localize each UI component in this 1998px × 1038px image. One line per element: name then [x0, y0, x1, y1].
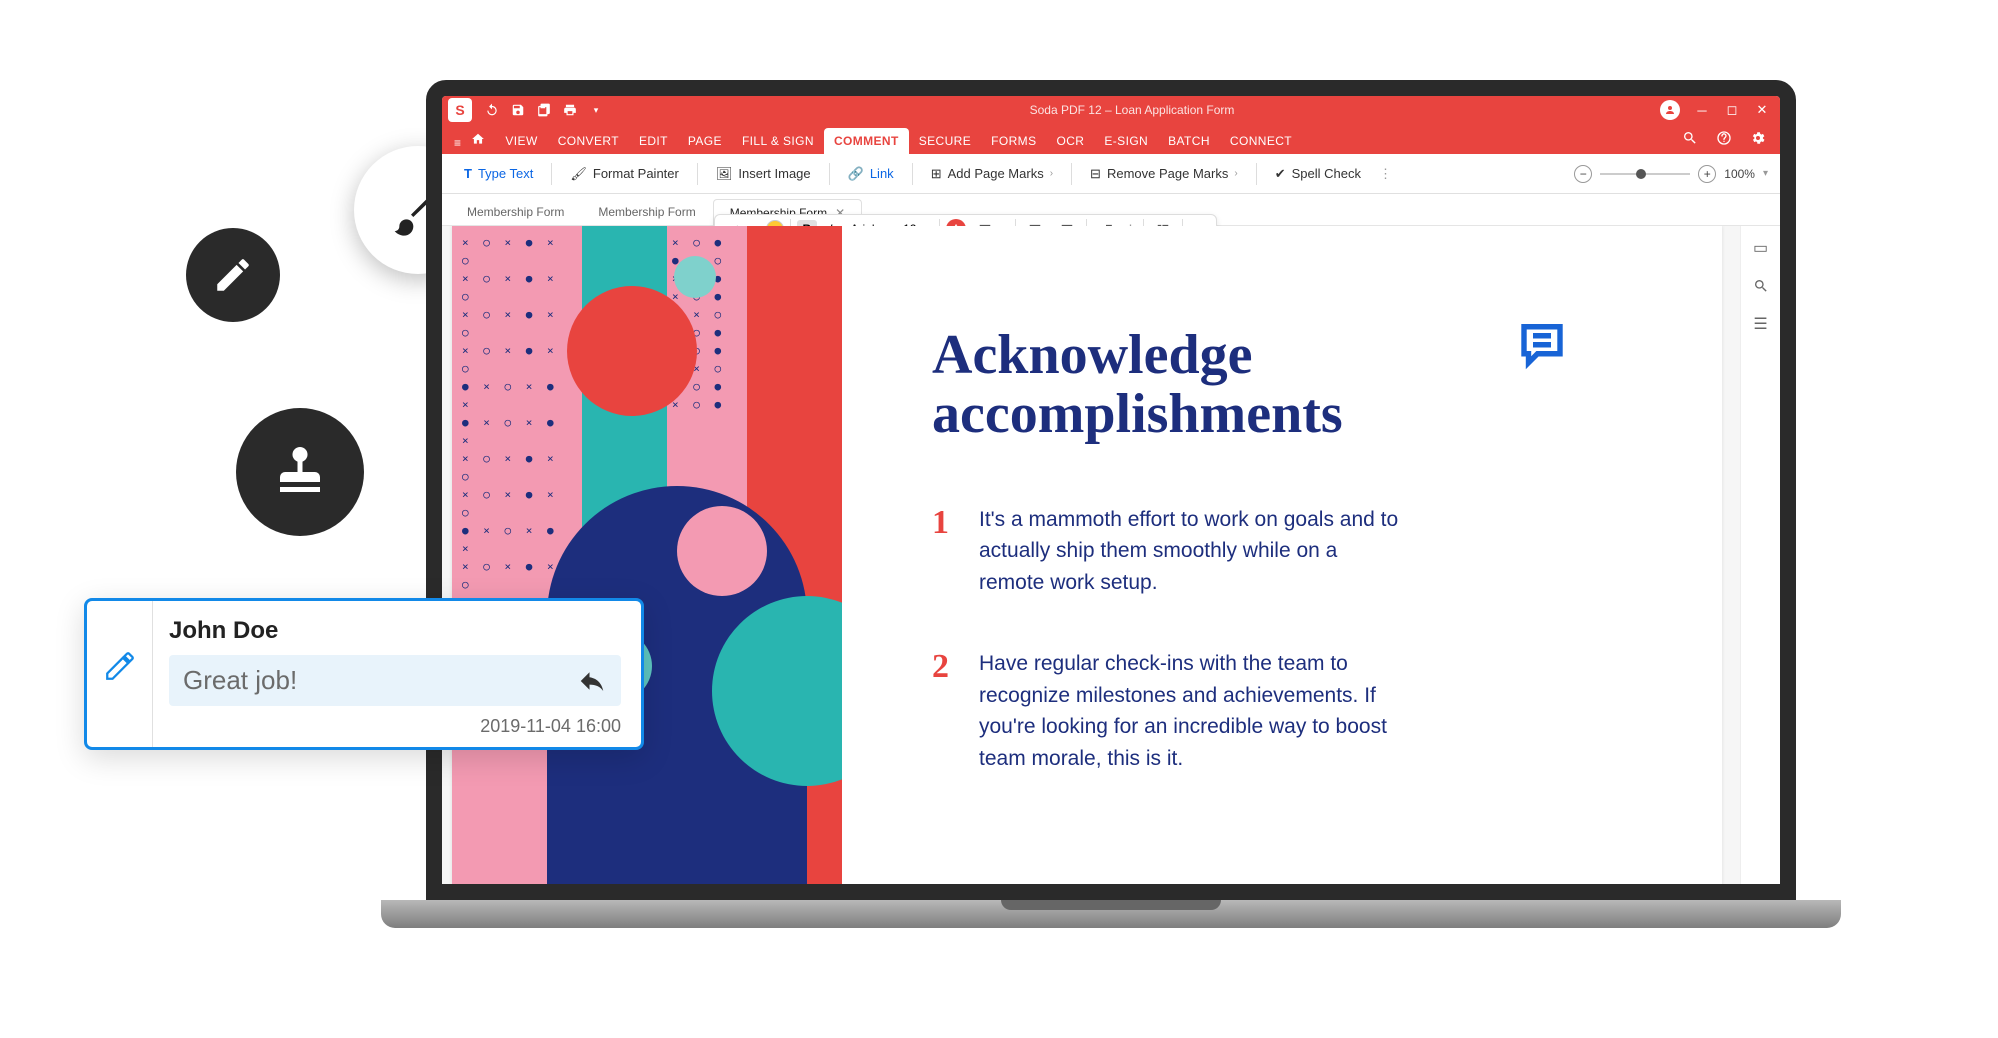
image-icon: 🖼: [716, 166, 733, 182]
link-icon: 🔗: [848, 166, 864, 182]
menu-secure[interactable]: SECURE: [909, 128, 981, 154]
list-item: 2 Have regular check-ins with the team t…: [932, 648, 1642, 774]
close-window-icon[interactable]: ✕: [1754, 102, 1770, 118]
spell-check-button[interactable]: ✔Spell Check: [1265, 162, 1371, 186]
document-tab[interactable]: Membership Form: [581, 198, 712, 225]
menu-batch[interactable]: BATCH: [1158, 128, 1220, 154]
titlebar: S ▾ Soda PDF 12 – Loan Application Form …: [442, 96, 1780, 124]
laptop-frame: S ▾ Soda PDF 12 – Loan Application Form …: [426, 80, 1796, 928]
menu-edit[interactable]: EDIT: [629, 128, 678, 154]
add-page-marks-button[interactable]: ⊞Add Page Marks›: [921, 162, 1063, 186]
help-icon[interactable]: [1714, 128, 1734, 148]
document-area: × ○ × ● × ○× ○ × ● × ○× ○ × ● × ○× ○ × ●…: [442, 226, 1740, 884]
list-number: 2: [932, 648, 949, 774]
menubar: ≡ VIEW CONVERT EDIT PAGE FILL & SIGN COM…: [442, 124, 1780, 154]
right-dock: ▭ ☰: [1740, 226, 1780, 884]
comment-text: Great job!: [183, 665, 297, 696]
chevron-right-icon: ›: [1234, 168, 1237, 179]
menu-convert[interactable]: CONVERT: [548, 128, 629, 154]
panel-thumbnails-icon[interactable]: ▭: [1751, 238, 1771, 258]
link-button[interactable]: 🔗Link: [838, 162, 904, 186]
document-tab[interactable]: Membership Form: [450, 198, 581, 225]
pencil-icon-circle: [186, 228, 280, 322]
plus-page-icon: ⊞: [931, 166, 942, 182]
comment-timestamp: 2019-11-04 16:00: [169, 716, 621, 737]
more-icon[interactable]: ⋮: [1379, 166, 1392, 182]
clipboard-icon[interactable]: [536, 102, 552, 118]
panel-layers-icon[interactable]: ☰: [1751, 314, 1771, 334]
chevron-right-icon: ›: [1050, 168, 1053, 179]
format-painter-button[interactable]: 🖌Format Painter: [560, 162, 689, 186]
remove-page-icon: ⊟: [1090, 166, 1101, 182]
remove-page-marks-button[interactable]: ⊟Remove Page Marks›: [1080, 162, 1248, 186]
reply-icon[interactable]: [577, 666, 607, 696]
hamburger-icon[interactable]: ≡: [454, 136, 461, 150]
menu-comment[interactable]: COMMENT: [824, 128, 909, 154]
home-icon[interactable]: [467, 128, 489, 150]
zoom-out-button[interactable]: −: [1574, 165, 1592, 183]
minimize-icon[interactable]: ─: [1694, 102, 1710, 118]
comment-marker-icon[interactable]: [1512, 320, 1572, 374]
laptop-base: [381, 900, 1841, 928]
comment-author: John Doe: [169, 617, 621, 645]
chevron-down-icon[interactable]: ▾: [1763, 168, 1768, 179]
menu-fillsign[interactable]: FILL & SIGN: [732, 128, 824, 154]
page: × ○ × ● × ○× ○ × ● × ○× ○ × ● × ○× ○ × ●…: [452, 226, 1722, 884]
pencil-icon[interactable]: [103, 649, 137, 683]
panel-search-icon[interactable]: [1751, 276, 1771, 296]
type-text-icon: T: [464, 166, 472, 181]
save-icon[interactable]: [510, 102, 526, 118]
decorative-artwork: × ○ × ● × ○× ○ × ● × ○× ○ × ● × ○× ○ × ●…: [452, 226, 842, 884]
menu-esign[interactable]: E-SIGN: [1094, 128, 1158, 154]
insert-image-button[interactable]: 🖼Insert Image: [706, 162, 821, 186]
maximize-icon[interactable]: ◻: [1724, 102, 1740, 118]
list-text: It's a mammoth effort to work on goals a…: [979, 504, 1399, 599]
spellcheck-icon: ✔: [1275, 166, 1286, 182]
list-item: 1 It's a mammoth effort to work on goals…: [932, 504, 1642, 599]
comment-input[interactable]: Great job!: [169, 655, 621, 706]
zoom-slider[interactable]: [1600, 173, 1690, 175]
type-text-button[interactable]: TType Text: [454, 162, 543, 185]
settings-gear-icon[interactable]: [1748, 128, 1768, 148]
print-icon[interactable]: [562, 102, 578, 118]
zoom-value: 100%: [1724, 167, 1755, 181]
stamp-icon-circle: [236, 408, 364, 536]
zoom-in-button[interactable]: +: [1698, 165, 1716, 183]
menu-forms[interactable]: FORMS: [981, 128, 1046, 154]
app-title: Soda PDF 12 – Loan Application Form: [604, 103, 1660, 117]
qat-dropdown-icon[interactable]: ▾: [588, 102, 604, 118]
search-icon[interactable]: [1680, 128, 1700, 148]
actionbar: TType Text 🖌Format Painter 🖼Insert Image…: [442, 154, 1780, 194]
list-text: Have regular check-ins with the team to …: [979, 648, 1399, 774]
paintbrush-icon: 🖌: [570, 166, 587, 182]
list-number: 1: [932, 504, 949, 599]
app-logo: S: [448, 98, 472, 122]
menu-ocr[interactable]: OCR: [1047, 128, 1095, 154]
user-avatar[interactable]: [1660, 100, 1680, 120]
menu-view[interactable]: VIEW: [495, 128, 547, 154]
comment-popup: John Doe Great job! 2019-11-04 16:00: [84, 598, 644, 750]
menu-connect[interactable]: CONNECT: [1220, 128, 1302, 154]
menu-page[interactable]: PAGE: [678, 128, 732, 154]
undo-icon[interactable]: [484, 102, 500, 118]
